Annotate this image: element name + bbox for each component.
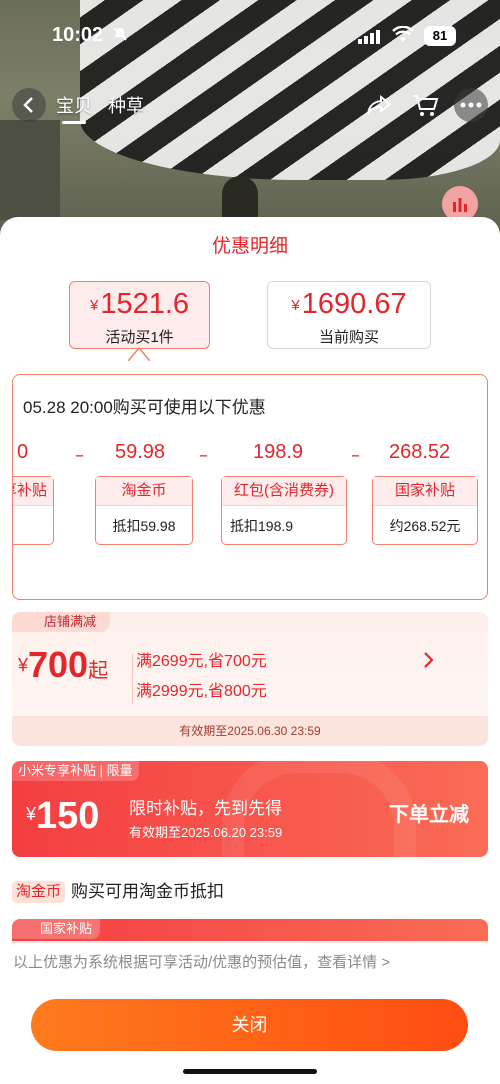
partial-value: 0 — [17, 441, 29, 463]
taojinbi-tag: 淘金币 — [12, 881, 66, 903]
home-indicator — [183, 1069, 317, 1074]
shop-discount-tag: 店铺满减 — [12, 612, 111, 632]
status-time: 10:02 — [52, 24, 104, 46]
cart-icon — [413, 95, 439, 116]
hongbao-value: 198.9 — [253, 441, 304, 463]
minus-sign: – — [351, 445, 360, 466]
order-discount-button[interactable]: 下单立减 — [389, 798, 469, 827]
xiaomi-subsidy-validity: 有效期至2025.06.20 23:59 — [129, 825, 283, 840]
sheet-title: 优惠明细 — [211, 236, 288, 257]
xiaomi-subsidy-desc: 限时补贴，先到先得 — [129, 799, 282, 818]
card-title: 国家补贴 — [373, 477, 477, 506]
card-subtitle: 约268.52元 — [389, 518, 461, 534]
chevron-left-icon — [23, 97, 33, 113]
person-figure — [222, 176, 258, 220]
shop-discount-card[interactable]: 店铺满减 ¥700起 满2699元,省700元 满2999元,省800元 有效期… — [12, 612, 488, 746]
xiaomi-subsidy-tag: 小米专享补贴 | 限量 — [12, 761, 139, 781]
national-card: 国家补贴 约268.52元 — [372, 476, 478, 545]
mute-bell-icon — [113, 27, 127, 41]
national-subsidy-tag: 国家补贴 — [12, 919, 101, 939]
card-subtitle: 抵扣198.9 — [230, 518, 294, 534]
divider — [132, 654, 133, 704]
chevron-right-icon[interactable] — [421, 651, 435, 669]
share-button[interactable] — [362, 88, 396, 122]
wall-panel — [0, 120, 60, 220]
price-option-activity[interactable]: ¥1521.6 活动买1件 — [69, 281, 210, 349]
hongbao-card: 红包(含消费券) 抵扣198.9 — [221, 476, 347, 545]
partial-card: 享补贴 — [13, 476, 54, 545]
xiaomi-subsidy-amount: ¥150 — [26, 795, 100, 837]
selection-pointer — [128, 347, 150, 361]
price-value: ¥1521.6 — [89, 288, 190, 320]
cellular-signal-icon — [358, 30, 380, 44]
discount-sheet: 优惠明细 ¥1521.6 活动买1件 ¥1690.67 当前购买 05.28 2… — [0, 217, 500, 1084]
discount-detail-panel[interactable]: 05.28 20:00购买可使用以下优惠 0 – 59.98 – 198.9 –… — [12, 374, 488, 600]
card-subtitle: 抵扣59.98 — [112, 518, 176, 534]
product-navbar: 宝贝 种草 — [0, 88, 500, 124]
taojinbi-row: 淘金币 购买可用淘金币抵扣 — [12, 877, 224, 903]
minus-sign: – — [199, 445, 208, 466]
close-button[interactable]: 关闭 — [31, 999, 468, 1051]
cart-button[interactable] — [408, 88, 442, 122]
price-value: ¥1690.67 — [291, 288, 407, 320]
minus-sign: – — [75, 445, 84, 466]
shop-rule-1: 满2699元,省700元 — [136, 653, 267, 670]
battery-indicator: 81 — [424, 26, 456, 46]
national-subsidy-card[interactable]: 国家补贴 — [12, 919, 488, 943]
price-option-current[interactable]: ¥1690.67 当前购买 — [267, 281, 431, 349]
card-title: 红包(含消费券) — [222, 477, 346, 506]
back-button[interactable] — [12, 88, 46, 122]
wifi-icon — [392, 26, 414, 42]
taojinbi-value: 59.98 — [115, 441, 166, 463]
more-button[interactable] — [454, 88, 488, 122]
shop-rule-2: 满2999元,省800元 — [136, 683, 267, 700]
taojinbi-card: 淘金币 抵扣59.98 — [95, 476, 193, 545]
national-value: 268.52 — [389, 441, 451, 463]
xiaomi-subsidy-card[interactable]: 小米专享补贴 | 限量 ¥150 限时补贴，先到先得 有效期至2025.06.2… — [12, 761, 488, 857]
share-icon — [367, 94, 392, 115]
card-title: 淘金币 — [96, 477, 192, 506]
tab-zhongcao[interactable]: 种草 — [108, 92, 144, 118]
shop-discount-amount: ¥700起 — [18, 644, 109, 685]
detail-heading: 05.28 20:00购买可使用以下优惠 — [23, 398, 266, 417]
card-title: 享补贴 — [13, 477, 53, 506]
bar-chart-icon — [453, 198, 467, 212]
more-dots-icon — [460, 102, 482, 108]
estimate-note-link[interactable]: 以上优惠为系统根据可享活动/优惠的预估值，查看详情 > — [13, 951, 390, 972]
price-label: 当前购买 — [318, 329, 379, 346]
shop-discount-validity: 有效期至2025.06.30 23:59 — [12, 716, 488, 746]
taojinbi-text: 购买可用淘金币抵扣 — [71, 882, 225, 901]
price-label: 活动买1件 — [105, 329, 174, 346]
tab-baobei[interactable]: 宝贝 — [56, 92, 92, 124]
status-bar: 10:02 81 — [0, 20, 500, 56]
